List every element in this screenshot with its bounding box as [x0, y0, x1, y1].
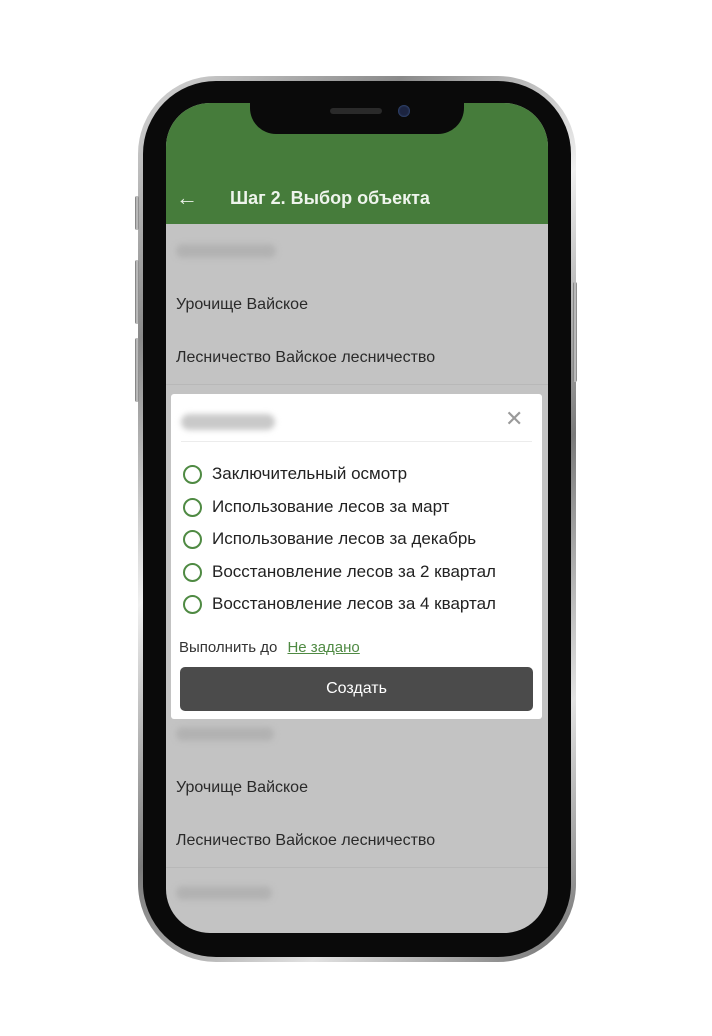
due-date-link[interactable]: Не задано [287, 639, 359, 656]
tract-label[interactable]: Урочище Вайское [176, 296, 308, 314]
notch [250, 96, 464, 134]
create-task-dialog: ✕ Заключительный осмотр Использование ле… [171, 394, 542, 719]
radio-button[interactable] [183, 497, 202, 517]
task-option[interactable]: Восстановление лесов за 4 квартал [183, 591, 496, 617]
list-divider [166, 867, 548, 868]
task-option-label: Заключительный осмотр [212, 464, 408, 483]
task-option-label: Восстановление лесов за 2 квартал [212, 562, 496, 581]
radio-button[interactable] [183, 562, 202, 582]
create-button[interactable]: Создать [180, 667, 533, 711]
tract-label[interactable]: Урочище Вайское [176, 779, 308, 797]
create-button-label: Создать [326, 680, 387, 697]
forestry-label[interactable]: Лесничество Вайское лесничество [176, 832, 435, 850]
forestry-label[interactable]: Лесничество Вайское лесничество [176, 349, 435, 367]
task-option-label: Использование лесов за март [212, 497, 450, 516]
radio-button[interactable] [183, 594, 202, 614]
arrow-left-icon[interactable]: ← [176, 187, 198, 209]
blurred-object-name [176, 886, 272, 900]
volume-down-button [135, 338, 139, 402]
blurred-dialog-title [181, 414, 275, 430]
task-option[interactable]: Восстановление лесов за 2 квартал [183, 559, 496, 585]
task-option[interactable]: Использование лесов за март [183, 494, 449, 520]
task-option-label: Восстановление лесов за 4 квартал [212, 594, 496, 613]
list-divider [166, 384, 548, 385]
close-icon[interactable]: ✕ [505, 408, 523, 430]
dialog-divider [181, 441, 532, 442]
mute-switch [135, 196, 139, 230]
due-date-label: Выполнить до [179, 639, 278, 656]
task-option-label: Использование лесов за декабрь [212, 529, 477, 548]
blurred-object-name [176, 727, 274, 741]
page-title: Шаг 2. Выбор объекта [230, 188, 430, 208]
power-button [573, 282, 577, 382]
volume-up-button [135, 260, 139, 324]
due-date-row: Выполнить до Не задано [179, 639, 360, 656]
front-camera [398, 105, 410, 117]
speaker-grille [330, 108, 382, 114]
task-option[interactable]: Заключительный осмотр [183, 461, 407, 487]
blurred-object-name [176, 244, 276, 258]
radio-button[interactable] [183, 464, 202, 484]
task-option[interactable]: Использование лесов за декабрь [183, 526, 476, 552]
radio-button[interactable] [183, 529, 202, 549]
